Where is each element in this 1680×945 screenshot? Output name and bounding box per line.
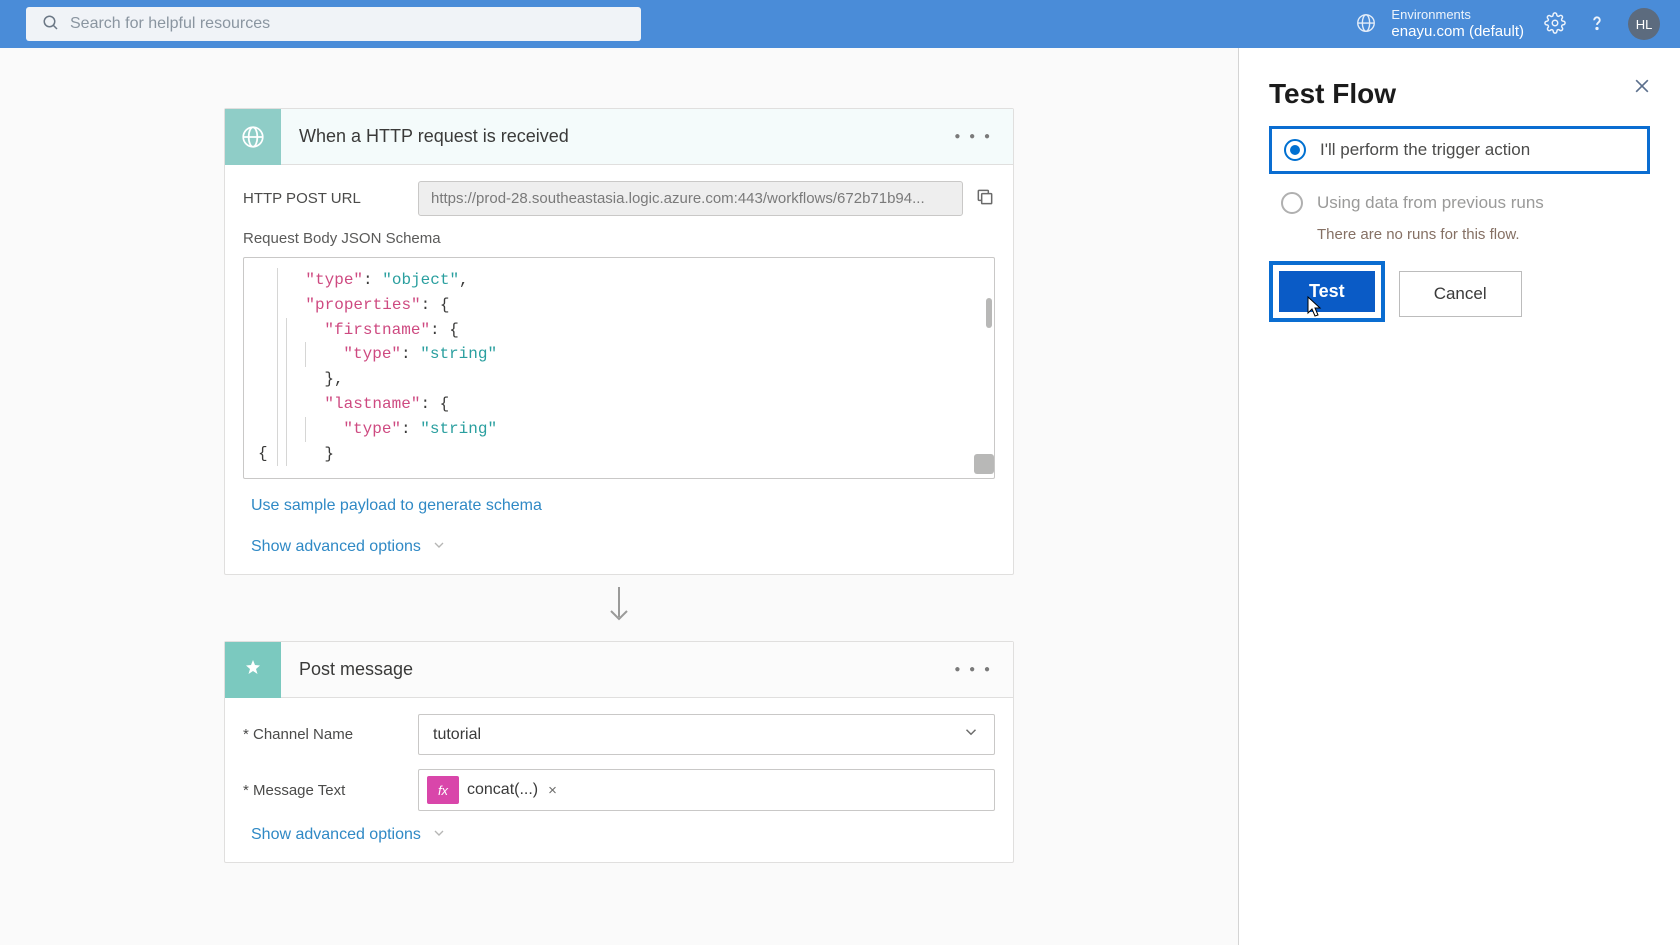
show-advanced-options[interactable]: Show advanced options bbox=[243, 825, 995, 844]
environment-value: enayu.com (default) bbox=[1391, 23, 1524, 41]
action-card-header[interactable]: Post message ● ● ● bbox=[225, 642, 1013, 698]
panel-title: Test Flow bbox=[1269, 78, 1650, 110]
flow-canvas: When a HTTP request is received ● ● ● HT… bbox=[0, 48, 1238, 945]
card-menu-button[interactable]: ● ● ● bbox=[934, 131, 1013, 142]
chevron-down-icon bbox=[431, 537, 447, 556]
remove-expression-icon[interactable]: × bbox=[548, 782, 557, 799]
card-menu-button[interactable]: ● ● ● bbox=[934, 664, 1013, 675]
action-card-title: Post message bbox=[281, 659, 934, 680]
fx-badge-icon: fx bbox=[427, 776, 459, 804]
trigger-card-http-request: When a HTTP request is received ● ● ● HT… bbox=[224, 108, 1014, 575]
chevron-down-icon bbox=[431, 825, 447, 844]
cancel-button[interactable]: Cancel bbox=[1399, 271, 1522, 317]
radio-icon bbox=[1284, 139, 1306, 161]
copy-icon[interactable] bbox=[975, 187, 995, 210]
test-flow-panel: Test Flow I'll perform the trigger actio… bbox=[1238, 48, 1680, 945]
channel-value: tutorial bbox=[433, 726, 481, 744]
trigger-card-header[interactable]: When a HTTP request is received ● ● ● bbox=[225, 109, 1013, 165]
environment-selector[interactable]: Environments enayu.com (default) bbox=[1355, 7, 1524, 41]
test-button[interactable]: Test bbox=[1279, 271, 1375, 312]
http-request-icon bbox=[225, 109, 281, 165]
radio-trigger-action[interactable]: I'll perform the trigger action bbox=[1269, 126, 1650, 174]
environments-label: Environments bbox=[1391, 7, 1524, 23]
user-avatar[interactable]: HL bbox=[1628, 8, 1660, 40]
channel-name-label: * Channel Name bbox=[243, 726, 418, 743]
schema-label: Request Body JSON Schema bbox=[243, 230, 995, 247]
top-right: Environments enayu.com (default) HL bbox=[1355, 7, 1660, 41]
url-label: HTTP POST URL bbox=[243, 190, 418, 207]
message-text-label: * Message Text bbox=[243, 782, 418, 799]
radio-icon bbox=[1281, 192, 1303, 214]
close-icon[interactable] bbox=[1632, 76, 1652, 102]
show-advanced-options[interactable]: Show advanced options bbox=[243, 537, 995, 556]
help-icon[interactable] bbox=[1586, 12, 1608, 37]
post-message-icon bbox=[225, 642, 281, 698]
message-text-input[interactable]: fx concat(...) × bbox=[418, 769, 995, 811]
channel-name-dropdown[interactable]: tutorial bbox=[418, 714, 995, 755]
json-schema-editor[interactable]: { "type": "object", "properties": { "fir… bbox=[243, 257, 995, 479]
connector-arrow-icon bbox=[607, 587, 631, 633]
radio-previous-runs[interactable]: Using data from previous runs bbox=[1269, 182, 1650, 224]
fx-expression-text: concat(...) bbox=[467, 781, 538, 799]
chevron-down-icon bbox=[962, 723, 980, 746]
action-card-post-message: Post message ● ● ● * Channel Name tutori… bbox=[224, 641, 1014, 863]
radio-label: I'll perform the trigger action bbox=[1320, 140, 1530, 160]
settings-icon[interactable] bbox=[1544, 12, 1566, 37]
trigger-card-title: When a HTTP request is received bbox=[281, 126, 934, 147]
radio-label: Using data from previous runs bbox=[1317, 193, 1544, 213]
search-icon bbox=[42, 14, 60, 35]
url-value-box: https://prod-28.southeastasia.logic.azur… bbox=[418, 181, 963, 216]
sample-payload-link[interactable]: Use sample payload to generate schema bbox=[243, 497, 542, 515]
search-container[interactable] bbox=[26, 7, 641, 41]
no-runs-message: There are no runs for this flow. bbox=[1317, 226, 1650, 243]
globe-icon bbox=[1355, 12, 1377, 37]
search-input[interactable] bbox=[70, 15, 641, 33]
top-bar: Environments enayu.com (default) HL bbox=[0, 0, 1680, 48]
